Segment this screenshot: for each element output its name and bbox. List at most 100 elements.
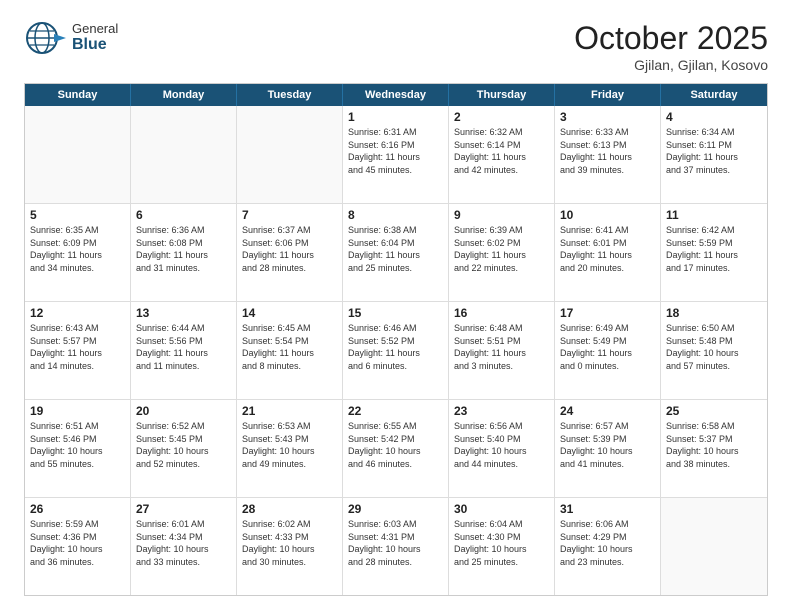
calendar-day-cell: 2Sunrise: 6:32 AM Sunset: 6:14 PM Daylig… (449, 106, 555, 203)
day-info: Sunrise: 6:42 AM Sunset: 5:59 PM Dayligh… (666, 224, 762, 274)
logo: General Blue (24, 20, 118, 56)
calendar-location: Gjilan, Gjilan, Kosovo (574, 57, 768, 73)
day-number: 28 (242, 502, 337, 516)
day-number: 23 (454, 404, 549, 418)
day-info: Sunrise: 6:03 AM Sunset: 4:31 PM Dayligh… (348, 518, 443, 568)
day-info: Sunrise: 6:53 AM Sunset: 5:43 PM Dayligh… (242, 420, 337, 470)
day-number: 11 (666, 208, 762, 222)
logo-text: General Blue (72, 22, 118, 54)
calendar-day-cell: 6 Sunrise: 6:36 AM Sunset: 6:08 PM Daylig… (131, 204, 237, 301)
day-number: 24 (560, 404, 655, 418)
calendar-title: October 2025 (574, 20, 768, 57)
day-info: Sunrise: 6:34 AM Sunset: 6:11 PM Dayligh… (666, 126, 762, 176)
calendar-day-cell: 29 Sunrise: 6:03 AM Sunset: 4:31 PM Dayli… (343, 498, 449, 595)
title-block: October 2025 Gjilan, Gjilan, Kosovo (574, 20, 768, 73)
day-number: 19 (30, 404, 125, 418)
calendar-day-cell: 1 Sunrise: 6:31 AM Sunset: 6:16 PM Daylig… (343, 106, 449, 203)
day-number: 10 (560, 208, 655, 222)
day-number: 26 (30, 502, 125, 516)
day-info: Sunrise: 6:38 AM Sunset: 6:04 PM Dayligh… (348, 224, 443, 274)
day-of-week-header: Saturday (661, 84, 767, 106)
day-of-week-header: Tuesday (237, 84, 343, 106)
day-number: 16 (454, 306, 549, 320)
day-info: Sunrise: 6:55 AM Sunset: 5:42 PM Dayligh… (348, 420, 443, 470)
day-info: Sunrise: 5:59 AM Sunset: 4:36 PM Dayligh… (30, 518, 125, 568)
calendar-day-cell: 8 Sunrise: 6:38 AM Sunset: 6:04 PM Daylig… (343, 204, 449, 301)
day-number: 8 (348, 208, 443, 222)
calendar-day-cell: 15Sunrise: 6:46 AM Sunset: 5:52 PM Dayli… (343, 302, 449, 399)
calendar-day-cell: 13 Sunrise: 6:44 AM Sunset: 5:56 PM Dayli… (131, 302, 237, 399)
day-info: Sunrise: 6:37 AM Sunset: 6:06 PM Dayligh… (242, 224, 337, 274)
day-number: 18 (666, 306, 762, 320)
calendar-day-cell: 27Sunrise: 6:01 AM Sunset: 4:34 PM Dayli… (131, 498, 237, 595)
day-info: Sunrise: 6:57 AM Sunset: 5:39 PM Dayligh… (560, 420, 655, 470)
day-number: 21 (242, 404, 337, 418)
calendar-day-cell: 3 Sunrise: 6:33 AM Sunset: 6:13 PM Daylig… (555, 106, 661, 203)
calendar-day-cell: 5 Sunrise: 6:35 AM Sunset: 6:09 PM Daylig… (25, 204, 131, 301)
day-info: Sunrise: 6:06 AM Sunset: 4:29 PM Dayligh… (560, 518, 655, 568)
calendar-day-cell: 31 Sunrise: 6:06 AM Sunset: 4:29 PM Dayli… (555, 498, 661, 595)
day-info: Sunrise: 6:52 AM Sunset: 5:45 PM Dayligh… (136, 420, 231, 470)
calendar-day-cell: 21 Sunrise: 6:53 AM Sunset: 5:43 PM Dayli… (237, 400, 343, 497)
day-info: Sunrise: 6:35 AM Sunset: 6:09 PM Dayligh… (30, 224, 125, 274)
day-number: 15 (348, 306, 443, 320)
calendar-week-row: 26 Sunrise: 5:59 AM Sunset: 4:36 PM Dayli… (25, 497, 767, 595)
logo-blue-label: Blue (72, 36, 118, 54)
day-of-week-header: Friday (555, 84, 661, 106)
empty-cell (131, 106, 237, 203)
day-number: 13 (136, 306, 231, 320)
day-number: 6 (136, 208, 231, 222)
empty-cell (661, 498, 767, 595)
calendar-day-cell: 14Sunrise: 6:45 AM Sunset: 5:54 PM Dayli… (237, 302, 343, 399)
day-info: Sunrise: 6:31 AM Sunset: 6:16 PM Dayligh… (348, 126, 443, 176)
calendar-day-cell: 9 Sunrise: 6:39 AM Sunset: 6:02 PM Daylig… (449, 204, 555, 301)
day-number: 31 (560, 502, 655, 516)
day-of-week-header: Thursday (449, 84, 555, 106)
calendar-day-cell: 20 Sunrise: 6:52 AM Sunset: 5:45 PM Dayli… (131, 400, 237, 497)
header: General Blue October 2025 Gjilan, Gjilan… (24, 20, 768, 73)
logo-general-label: General (72, 22, 118, 36)
day-of-week-header: Sunday (25, 84, 131, 106)
calendar-day-cell: 25Sunrise: 6:58 AM Sunset: 5:37 PM Dayli… (661, 400, 767, 497)
day-number: 7 (242, 208, 337, 222)
day-of-week-header: Wednesday (343, 84, 449, 106)
day-info: Sunrise: 6:39 AM Sunset: 6:02 PM Dayligh… (454, 224, 549, 274)
page: General Blue October 2025 Gjilan, Gjilan… (0, 0, 792, 612)
day-info: Sunrise: 6:43 AM Sunset: 5:57 PM Dayligh… (30, 322, 125, 372)
day-number: 1 (348, 110, 443, 124)
day-info: Sunrise: 6:32 AM Sunset: 6:14 PM Dayligh… (454, 126, 549, 176)
calendar-day-cell: 26 Sunrise: 5:59 AM Sunset: 4:36 PM Dayli… (25, 498, 131, 595)
day-number: 17 (560, 306, 655, 320)
calendar-day-cell: 17 Sunrise: 6:49 AM Sunset: 5:49 PM Dayli… (555, 302, 661, 399)
day-info: Sunrise: 6:51 AM Sunset: 5:46 PM Dayligh… (30, 420, 125, 470)
day-info: Sunrise: 6:49 AM Sunset: 5:49 PM Dayligh… (560, 322, 655, 372)
day-number: 22 (348, 404, 443, 418)
day-number: 9 (454, 208, 549, 222)
day-number: 5 (30, 208, 125, 222)
day-number: 3 (560, 110, 655, 124)
day-info: Sunrise: 6:02 AM Sunset: 4:33 PM Dayligh… (242, 518, 337, 568)
day-info: Sunrise: 6:04 AM Sunset: 4:30 PM Dayligh… (454, 518, 549, 568)
calendar-day-cell: 4Sunrise: 6:34 AM Sunset: 6:11 PM Daylig… (661, 106, 767, 203)
day-info: Sunrise: 6:33 AM Sunset: 6:13 PM Dayligh… (560, 126, 655, 176)
calendar-week-row: 12 Sunrise: 6:43 AM Sunset: 5:57 PM Dayli… (25, 301, 767, 399)
calendar-week-row: 5 Sunrise: 6:35 AM Sunset: 6:09 PM Daylig… (25, 203, 767, 301)
calendar-day-cell: 22 Sunrise: 6:55 AM Sunset: 5:42 PM Dayli… (343, 400, 449, 497)
day-number: 20 (136, 404, 231, 418)
day-info: Sunrise: 6:44 AM Sunset: 5:56 PM Dayligh… (136, 322, 231, 372)
calendar-day-cell: 23Sunrise: 6:56 AM Sunset: 5:40 PM Dayli… (449, 400, 555, 497)
day-info: Sunrise: 6:48 AM Sunset: 5:51 PM Dayligh… (454, 322, 549, 372)
calendar-header: SundayMondayTuesdayWednesdayThursdayFrid… (25, 84, 767, 106)
day-number: 12 (30, 306, 125, 320)
day-info: Sunrise: 6:41 AM Sunset: 6:01 PM Dayligh… (560, 224, 655, 274)
calendar-body: 1 Sunrise: 6:31 AM Sunset: 6:16 PM Daylig… (25, 106, 767, 595)
logo-icon (24, 20, 68, 56)
day-info: Sunrise: 6:50 AM Sunset: 5:48 PM Dayligh… (666, 322, 762, 372)
calendar-day-cell: 28 Sunrise: 6:02 AM Sunset: 4:33 PM Dayli… (237, 498, 343, 595)
day-number: 29 (348, 502, 443, 516)
calendar-day-cell: 12 Sunrise: 6:43 AM Sunset: 5:57 PM Dayli… (25, 302, 131, 399)
calendar-day-cell: 24 Sunrise: 6:57 AM Sunset: 5:39 PM Dayli… (555, 400, 661, 497)
calendar-day-cell: 16 Sunrise: 6:48 AM Sunset: 5:51 PM Dayli… (449, 302, 555, 399)
day-number: 30 (454, 502, 549, 516)
day-info: Sunrise: 6:36 AM Sunset: 6:08 PM Dayligh… (136, 224, 231, 274)
